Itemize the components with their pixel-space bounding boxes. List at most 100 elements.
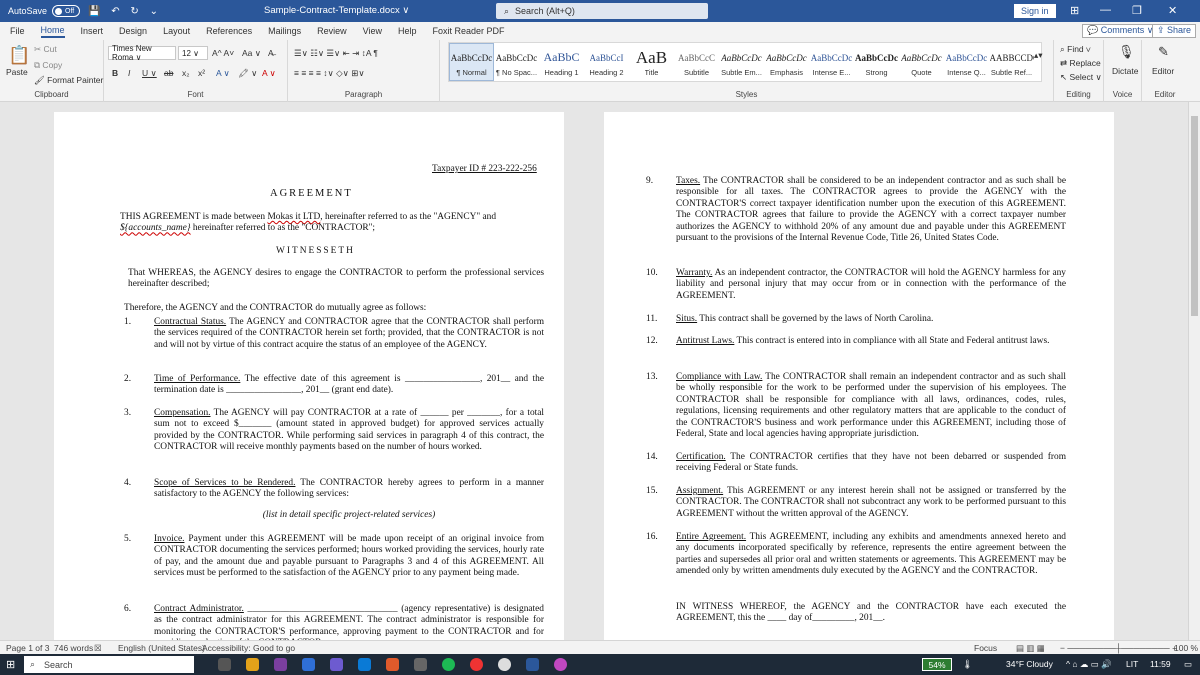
cpu-meter[interactable]: 54% — [922, 658, 952, 671]
font-color-button[interactable]: A ∨ — [262, 68, 276, 79]
tab-mailings[interactable]: Mailings — [268, 26, 301, 36]
tray-icons[interactable]: ^ ⌂ ☁ ▭ 🔊 — [1066, 659, 1112, 670]
ribbon-display-icon[interactable]: ⊞ — [1070, 4, 1079, 17]
tab-home[interactable]: Home — [40, 25, 65, 38]
share-button[interactable]: ⇪ Share — [1152, 24, 1197, 38]
close-icon[interactable]: ✕ — [1168, 4, 1177, 17]
document-canvas[interactable]: Taxpayer ID # 223-222-256 AGREEMENT THIS… — [0, 102, 1188, 640]
style-item[interactable]: AaBbC Heading 1 — [539, 43, 584, 81]
microphone-icon[interactable]: 🎙 — [1118, 44, 1135, 60]
style-item[interactable]: AaBbCcDc Subtle Em... — [719, 43, 764, 81]
format-painter-button[interactable]: 🖌 Format Painter — [34, 75, 103, 86]
paragraph-row1[interactable]: ☰∨ ☷∨ ☰∨ ⇤ ⇥ ↕A ¶ — [294, 48, 378, 59]
view-buttons[interactable]: ▤ ▥ ▦ — [1016, 643, 1045, 654]
app-icon-5[interactable] — [414, 658, 427, 671]
bold-button[interactable]: B — [112, 68, 118, 78]
editor-button[interactable]: Editor — [1152, 66, 1174, 76]
styles-scroll-icon[interactable]: ▴▾ — [1034, 50, 1043, 61]
paste-button[interactable]: Paste — [6, 67, 28, 77]
zoom-level[interactable]: 100 % — [1174, 643, 1198, 653]
tab-file[interactable]: File — [10, 26, 25, 36]
font-size-select[interactable]: 12 ∨ — [178, 46, 208, 60]
taskbar-search[interactable]: ⌕ Search — [24, 656, 194, 673]
grow-shrink-font[interactable]: A^ A˅ — [212, 48, 234, 58]
spotify-icon[interactable] — [442, 658, 455, 671]
vertical-scrollbar[interactable] — [1188, 102, 1200, 640]
teams-icon[interactable] — [330, 658, 343, 671]
focus-button[interactable]: Focus — [974, 643, 997, 653]
dictate-button[interactable]: Dictate — [1112, 66, 1138, 76]
tab-review[interactable]: Review — [317, 26, 347, 36]
chrome-icon[interactable] — [498, 658, 511, 671]
change-case[interactable]: Aa ∨ — [242, 48, 261, 59]
style-item[interactable]: AaBbCcDc Intense E... — [809, 43, 854, 81]
style-item[interactable]: AaBbCcDc Strong — [854, 43, 899, 81]
word-icon[interactable] — [526, 658, 539, 671]
word-count[interactable]: 746 words — [54, 643, 93, 653]
thermometer-icon[interactable]: 🌡 — [962, 659, 973, 670]
task-view-icon[interactable] — [218, 658, 231, 671]
app-icon-6[interactable] — [554, 658, 567, 671]
select-button[interactable]: ↖ Select ∨ — [1060, 72, 1102, 83]
underline-button[interactable]: U ∨ — [142, 68, 157, 79]
style-item[interactable]: AaBbCcC Subtitle — [674, 43, 719, 81]
maximize-icon[interactable]: ❐ — [1132, 4, 1142, 17]
replace-button[interactable]: ⇄ Replace — [1060, 58, 1101, 69]
style-item[interactable]: AaBbCcDc Quote — [899, 43, 944, 81]
font-name-select[interactable]: Times New Roma ∨ — [108, 44, 176, 62]
autosave-toggle[interactable]: Off — [52, 5, 81, 17]
style-item[interactable]: AaBbCcDc Intense Q... — [944, 43, 989, 81]
scrollbar-thumb[interactable] — [1191, 116, 1198, 316]
quick-access-toolbar[interactable]: 💾 ↶ ↻ ⌄ — [88, 6, 162, 17]
italic-button[interactable]: I — [128, 68, 130, 78]
windows-start-icon[interactable]: ⊞ — [6, 658, 15, 671]
strikethrough-button[interactable]: ab — [164, 68, 173, 78]
zoom-slider[interactable]: − ────────┼──────── + — [1060, 643, 1177, 653]
highlight-button[interactable]: 🖍 ∨ — [238, 68, 257, 79]
style-item[interactable]: AABBCCDC Subtle Ref... — [989, 43, 1034, 81]
app-icon-3[interactable] — [358, 658, 371, 671]
style-item[interactable]: AaBbCcI Heading 2 — [584, 43, 629, 81]
document-title[interactable]: Sample-Contract-Template.docx ∨ — [264, 5, 409, 16]
paragraph-row2[interactable]: ≡ ≡ ≡ ≡ ↕∨ ◇∨ ⊞∨ — [294, 68, 365, 79]
document-page-1[interactable]: Taxpayer ID # 223-222-256 AGREEMENT THIS… — [54, 112, 564, 640]
app-icon-1[interactable] — [274, 658, 287, 671]
style-item[interactable]: AaBbCcDc ¶ No Spac... — [494, 43, 539, 81]
sign-in-button[interactable]: Sign in — [1014, 4, 1056, 18]
clear-format-icon[interactable]: A̶ — [268, 48, 274, 58]
cut-button[interactable]: ✂ Cut — [34, 44, 57, 55]
style-item[interactable]: AaBbCcDc Emphasis — [764, 43, 809, 81]
tab-insert[interactable]: Insert — [81, 26, 104, 36]
editor-icon[interactable]: ✎ — [1158, 44, 1169, 60]
minimize-icon[interactable]: — — [1100, 4, 1111, 16]
input-language[interactable]: LIT — [1126, 659, 1138, 669]
proofing-icon[interactable]: ☒ — [94, 643, 102, 654]
file-explorer-icon[interactable] — [246, 658, 259, 671]
language[interactable]: English (United States) — [118, 643, 205, 653]
comments-button[interactable]: 💬 Comments ∨ — [1082, 24, 1159, 38]
paste-icon[interactable]: 📋 — [8, 45, 30, 66]
tab-layout[interactable]: Layout — [163, 26, 190, 36]
document-page-2[interactable]: 9. Taxes. The CONTRACTOR shall be conside… — [604, 112, 1114, 640]
copy-button[interactable]: ⧉ Copy — [34, 60, 62, 71]
notifications-icon[interactable]: ▭ — [1184, 659, 1192, 670]
tab-references[interactable]: References — [206, 26, 252, 36]
tab-design[interactable]: Design — [119, 26, 147, 36]
subscript-button[interactable]: x₂ — [182, 68, 190, 78]
find-button[interactable]: ⌕ Find ∨ — [1060, 44, 1091, 55]
clock[interactable]: 11:59 — [1150, 659, 1171, 669]
accessibility-status[interactable]: Accessibility: Good to go — [202, 643, 295, 653]
weather[interactable]: 34°F Cloudy — [1006, 659, 1053, 669]
tab-view[interactable]: View — [363, 26, 382, 36]
app-icon-4[interactable] — [386, 658, 399, 671]
tab-foxit[interactable]: Foxit Reader PDF — [433, 26, 505, 36]
search-box[interactable]: ⌕ Search (Alt+Q) — [496, 3, 708, 19]
style-item[interactable]: AaBbCcDc ¶ Normal — [449, 43, 494, 81]
page-count[interactable]: Page 1 of 3 — [6, 643, 49, 653]
app-icon-2[interactable] — [302, 658, 315, 671]
superscript-button[interactable]: x² — [198, 68, 205, 78]
text-effects-button[interactable]: A ∨ — [216, 68, 230, 79]
tab-help[interactable]: Help — [398, 26, 417, 36]
style-item[interactable]: AaB Title — [629, 43, 674, 81]
opera-icon[interactable] — [470, 658, 483, 671]
